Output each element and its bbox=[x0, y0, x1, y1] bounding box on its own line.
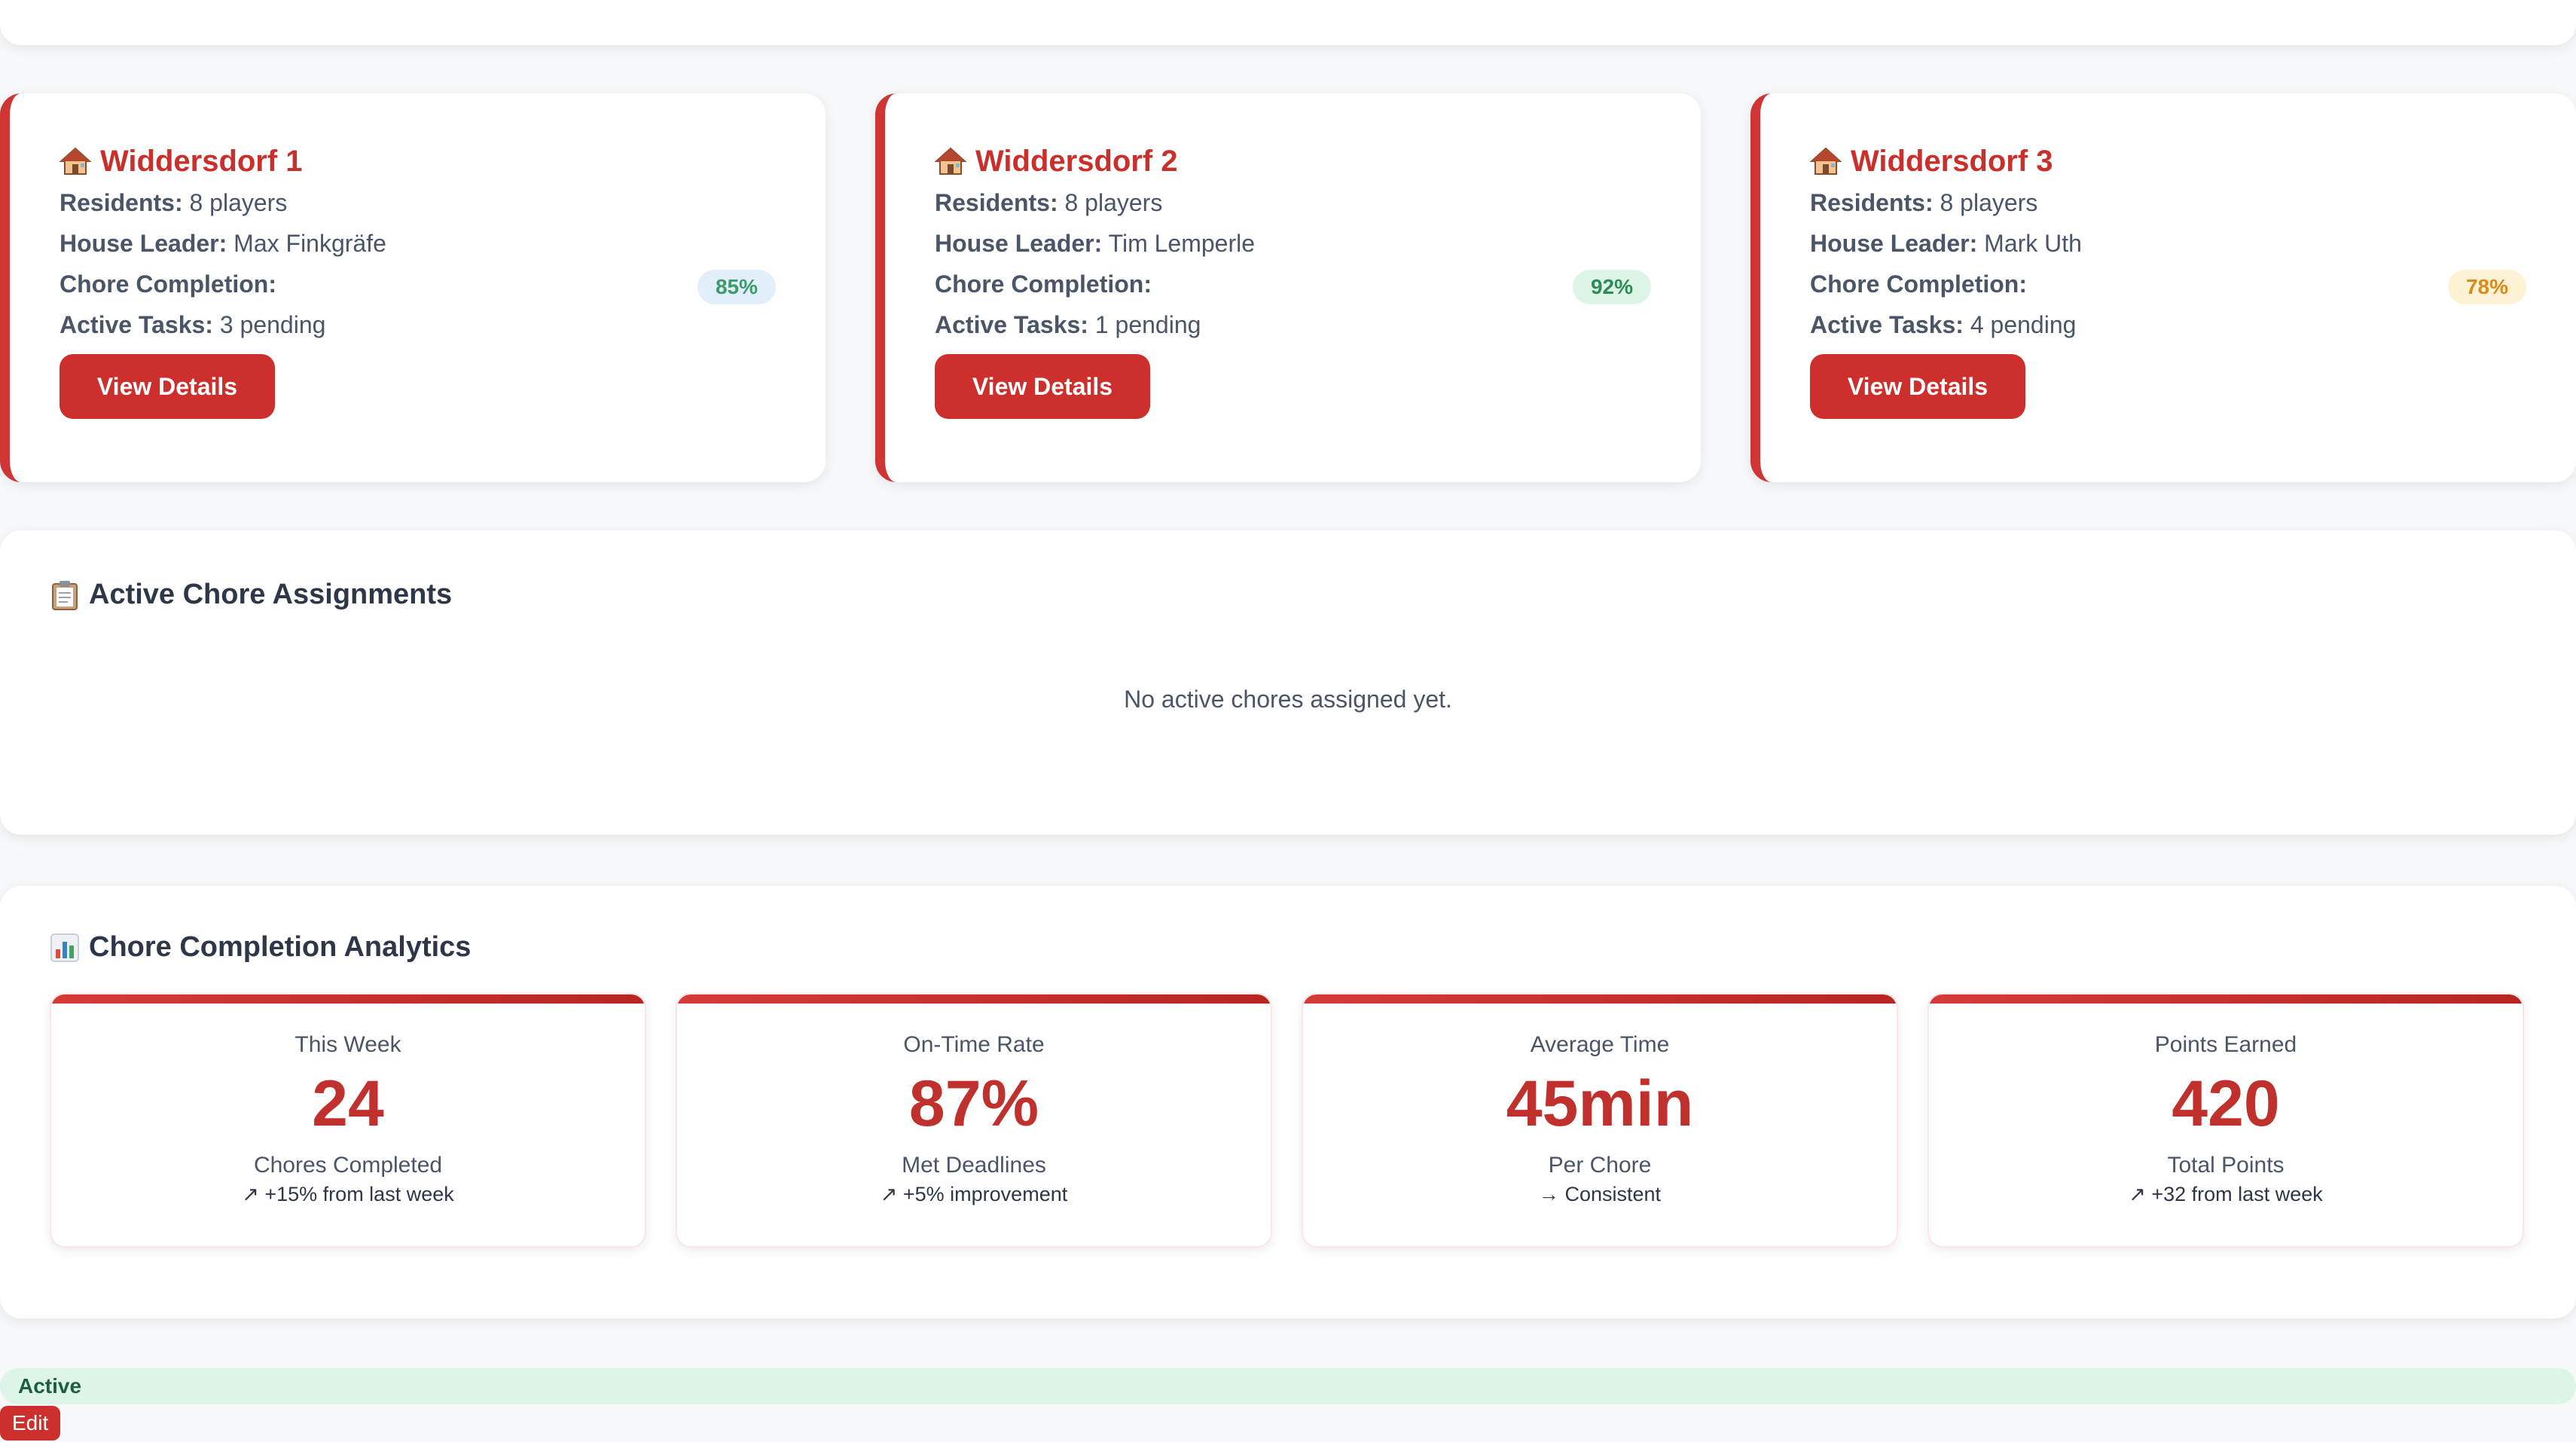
stat-trend: → Consistent bbox=[1538, 1183, 1662, 1205]
assignments-title: Active Chore Assignments bbox=[89, 579, 453, 610]
active-chore-assignments-panel: Active Chore Assignments No active chore… bbox=[0, 530, 2576, 835]
edit-button[interactable]: Edit bbox=[0, 1406, 61, 1440]
completion-row: Chore Completion: 85% bbox=[60, 264, 776, 304]
leader-label: House Leader: bbox=[935, 230, 1103, 257]
house-card: Widdersdorf 1 Residents: 8 players House… bbox=[0, 93, 826, 482]
leader-label: House Leader: bbox=[60, 230, 227, 257]
tasks-value: 1 pending bbox=[1094, 311, 1201, 338]
tasks-value: 3 pending bbox=[219, 311, 326, 338]
stat-description: Total Points bbox=[2167, 1153, 2285, 1178]
top-panel bbox=[0, 0, 2576, 45]
tasks-label: Active Tasks: bbox=[935, 311, 1088, 338]
house-name: Widdersdorf 2 bbox=[975, 144, 1178, 178]
completion-row: Chore Completion: 78% bbox=[1810, 264, 2526, 304]
leader-row: House Leader: Mark Uth bbox=[1810, 223, 2526, 264]
leader-value: Tim Lemperle bbox=[1108, 230, 1256, 257]
analytics-title: Chore Completion Analytics bbox=[89, 931, 472, 963]
house-name: Widdersdorf 1 bbox=[100, 144, 303, 178]
residents-label: Residents: bbox=[60, 189, 183, 216]
tasks-row: Active Tasks: 1 pending bbox=[935, 304, 1651, 345]
residents-row: Residents: 8 players bbox=[60, 182, 776, 223]
stat-value: 87% bbox=[908, 1068, 1039, 1140]
view-details-button[interactable]: View Details bbox=[1810, 354, 2025, 419]
stat-accent-bar bbox=[1929, 994, 2523, 1004]
stat-label: Points Earned bbox=[2154, 1032, 2297, 1057]
house-title: Widdersdorf 3 bbox=[1810, 140, 2526, 182]
house-icon bbox=[60, 147, 91, 175]
completion-label: Chore Completion: bbox=[935, 270, 1152, 298]
residents-value: 8 players bbox=[1064, 189, 1163, 216]
residents-row: Residents: 8 players bbox=[1810, 182, 2526, 223]
house-title: Widdersdorf 1 bbox=[60, 140, 776, 182]
residents-row: Residents: 8 players bbox=[935, 182, 1651, 223]
house-icon bbox=[1810, 147, 1842, 175]
stat-label: On-Time Rate bbox=[903, 1032, 1045, 1057]
residents-value: 8 players bbox=[1940, 189, 2038, 216]
clipboard-icon bbox=[52, 580, 78, 610]
residents-value: 8 players bbox=[189, 189, 288, 216]
stat-card: On-Time Rate 87% Met Deadlines ↗ +5% imp… bbox=[676, 993, 1272, 1248]
leader-row: House Leader: Max Finkgräfe bbox=[60, 223, 776, 264]
stat-card: This Week 24 Chores Completed ↗ +15% fro… bbox=[50, 993, 646, 1248]
stat-label: Average Time bbox=[1530, 1032, 1670, 1057]
completion-label: Chore Completion: bbox=[1810, 270, 2027, 298]
tasks-row: Active Tasks: 4 pending bbox=[1810, 304, 2526, 345]
stat-value: 24 bbox=[312, 1068, 384, 1140]
tasks-value: 4 pending bbox=[1970, 311, 2077, 338]
stat-card: Average Time 45min Per Chore → Consisten… bbox=[1302, 993, 1898, 1248]
house-card: Widdersdorf 2 Residents: 8 players House… bbox=[875, 93, 1701, 482]
stat-card: Points Earned 420 Total Points ↗ +32 fro… bbox=[1927, 993, 2524, 1248]
stat-description: Met Deadlines bbox=[902, 1153, 1046, 1178]
house-title: Widdersdorf 2 bbox=[935, 140, 1651, 182]
stat-label: This Week bbox=[295, 1032, 401, 1057]
completion-badge: 92% bbox=[1572, 270, 1651, 304]
view-details-button[interactable]: View Details bbox=[935, 354, 1150, 419]
house-cards: Widdersdorf 1 Residents: 8 players House… bbox=[0, 93, 2576, 482]
stat-accent-bar bbox=[1303, 994, 1897, 1004]
stat-trend: ↗ +5% improvement bbox=[880, 1183, 1068, 1205]
completion-badge: 78% bbox=[2447, 270, 2526, 304]
stat-value: 420 bbox=[2172, 1068, 2280, 1140]
completion-label: Chore Completion: bbox=[60, 270, 276, 298]
residents-label: Residents: bbox=[1810, 189, 1934, 216]
leader-row: House Leader: Tim Lemperle bbox=[935, 223, 1651, 264]
stat-accent-bar bbox=[677, 994, 1271, 1004]
tasks-row: Active Tasks: 3 pending bbox=[60, 304, 776, 345]
house-name: Widdersdorf 3 bbox=[1851, 144, 2053, 178]
section-title: Chore Completion Analytics bbox=[50, 931, 471, 964]
stat-description: Per Chore bbox=[1548, 1153, 1652, 1178]
completion-badge: 85% bbox=[697, 270, 776, 304]
stat-trend: ↗ +15% from last week bbox=[242, 1183, 454, 1205]
status-badge: Active bbox=[0, 1368, 2576, 1404]
chore-completion-analytics-panel: Chore Completion Analytics This Week 24 … bbox=[0, 886, 2576, 1318]
house-card: Widdersdorf 3 Residents: 8 players House… bbox=[1750, 93, 2576, 482]
stat-value: 45min bbox=[1506, 1068, 1694, 1140]
tasks-label: Active Tasks: bbox=[60, 311, 213, 338]
stat-accent-bar bbox=[51, 994, 645, 1004]
bar-chart-icon bbox=[50, 933, 79, 962]
completion-row: Chore Completion: 92% bbox=[935, 264, 1651, 304]
stat-trend: ↗ +32 from last week bbox=[2129, 1183, 2323, 1205]
stat-description: Chores Completed bbox=[253, 1153, 443, 1178]
leader-label: House Leader: bbox=[1810, 230, 1978, 257]
residents-label: Residents: bbox=[935, 189, 1058, 216]
view-details-button[interactable]: View Details bbox=[60, 354, 275, 419]
section-title: Active Chore Assignments bbox=[50, 579, 452, 611]
empty-state-message: No active chores assigned yet. bbox=[1124, 686, 1452, 713]
tasks-label: Active Tasks: bbox=[1810, 311, 1964, 338]
leader-value: Mark Uth bbox=[1984, 230, 2082, 257]
house-icon bbox=[935, 147, 966, 175]
leader-value: Max Finkgräfe bbox=[233, 230, 386, 257]
